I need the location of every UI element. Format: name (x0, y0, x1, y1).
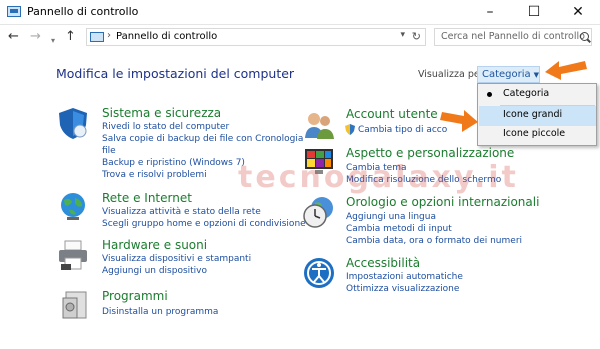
up-button[interactable]: ↑ (65, 29, 76, 45)
uac-shield-icon (345, 124, 355, 135)
annotation-arrow-icon (440, 110, 478, 132)
annotation-arrow-icon (545, 61, 587, 80)
address-bar[interactable]: › Pannello di controllo ▾ ↻ (86, 28, 426, 46)
link-homegroup[interactable]: Scegli gruppo home e opzioni di condivis… (102, 219, 306, 229)
category-clock-region[interactable]: Orologio e opzioni internazionali (346, 195, 539, 209)
maximize-button[interactable]: ☐ (512, 0, 556, 25)
link-input-methods[interactable]: Cambia metodi di input (346, 224, 452, 234)
page-title: Modifica le impostazioni del computer (56, 66, 295, 81)
menu-item-large-icons[interactable]: Icone grandi (479, 106, 596, 126)
category-hardware-sound[interactable]: Hardware e suoni (102, 238, 207, 252)
link-add-device[interactable]: Aggiungi un dispositivo (102, 266, 207, 276)
control-panel-icon (7, 6, 21, 17)
menu-item-small-icons[interactable]: Icone piccole (479, 125, 596, 145)
link-uninstall-program[interactable]: Disinstalla un programma (102, 307, 218, 317)
printer-icon (59, 240, 87, 270)
recent-dropdown-icon[interactable]: ▾ (51, 33, 55, 49)
category-appearance[interactable]: Aspetto e personalizzazione (346, 146, 514, 160)
link-file-history[interactable]: Salva copie di backup dei file con Crono… (102, 134, 303, 144)
shield-icon (59, 108, 87, 139)
link-devices-printers[interactable]: Visualizza dispositivi e stampanti (102, 254, 251, 264)
clock-globe-icon (303, 197, 333, 228)
accessibility-icon (304, 258, 334, 288)
link-change-account-type[interactable]: Cambia tipo di acco (358, 125, 447, 135)
link-review-status[interactable]: Rivedi lo stato del computer (102, 122, 229, 132)
forward-button[interactable]: → (30, 29, 41, 45)
link-troubleshoot[interactable]: Trova e risolvi problemi (102, 170, 207, 180)
link-optimize-display[interactable]: Ottimizza visualizzazione (346, 284, 459, 294)
users-icon (305, 113, 334, 139)
link-backup-restore[interactable]: Backup e ripristino (Windows 7) (102, 158, 245, 168)
title-bar: Pannello di controllo – ☐ ✕ (0, 0, 600, 25)
programs-icon (62, 291, 87, 319)
link-date-time-format[interactable]: Cambia data, ora o formato dei numeri (346, 236, 522, 246)
link-file-history-cont[interactable]: file (102, 146, 116, 156)
minimize-button[interactable]: – (468, 0, 512, 25)
view-by-menu: Categoria Icone grandi Icone piccole (477, 83, 597, 146)
control-panel-icon (90, 32, 104, 42)
back-button[interactable]: ← (8, 29, 19, 45)
watermark: tecnogalaxy.it (238, 160, 519, 195)
search-icon[interactable] (580, 32, 589, 41)
category-system-security[interactable]: Sistema e sicurezza (102, 106, 221, 120)
breadcrumb-chevron-icon[interactable]: › (107, 30, 111, 41)
menu-item-category[interactable]: Categoria (479, 85, 596, 105)
chevron-down-icon: ▼ (533, 71, 540, 79)
breadcrumb[interactable]: Pannello di controllo (116, 31, 217, 42)
search-input[interactable]: Cerca nel Pannello di controllo (434, 28, 592, 46)
link-auto-settings[interactable]: Impostazioni automatiche (346, 272, 463, 282)
category-accessibility[interactable]: Accessibilità (346, 256, 420, 270)
link-add-language[interactable]: Aggiungi una lingua (346, 212, 436, 222)
refresh-icon[interactable]: ↻ (412, 30, 421, 43)
view-by-value: Categoria (482, 69, 531, 80)
category-programs[interactable]: Programmi (102, 289, 168, 303)
category-network-internet[interactable]: Rete e Internet (102, 191, 192, 205)
category-user-accounts[interactable]: Account utente (346, 107, 438, 121)
link-network-status[interactable]: Visualizza attività e stato della rete (102, 207, 261, 217)
window-title: Pannello di controllo (27, 5, 139, 18)
close-button[interactable]: ✕ (556, 0, 600, 25)
search-placeholder: Cerca nel Pannello di controllo (441, 31, 585, 42)
network-globe-icon (61, 193, 85, 220)
chevron-down-icon[interactable]: ▾ (400, 30, 405, 40)
selected-bullet-icon (487, 92, 492, 97)
view-by-dropdown[interactable]: Categoria ▼ (477, 66, 540, 83)
